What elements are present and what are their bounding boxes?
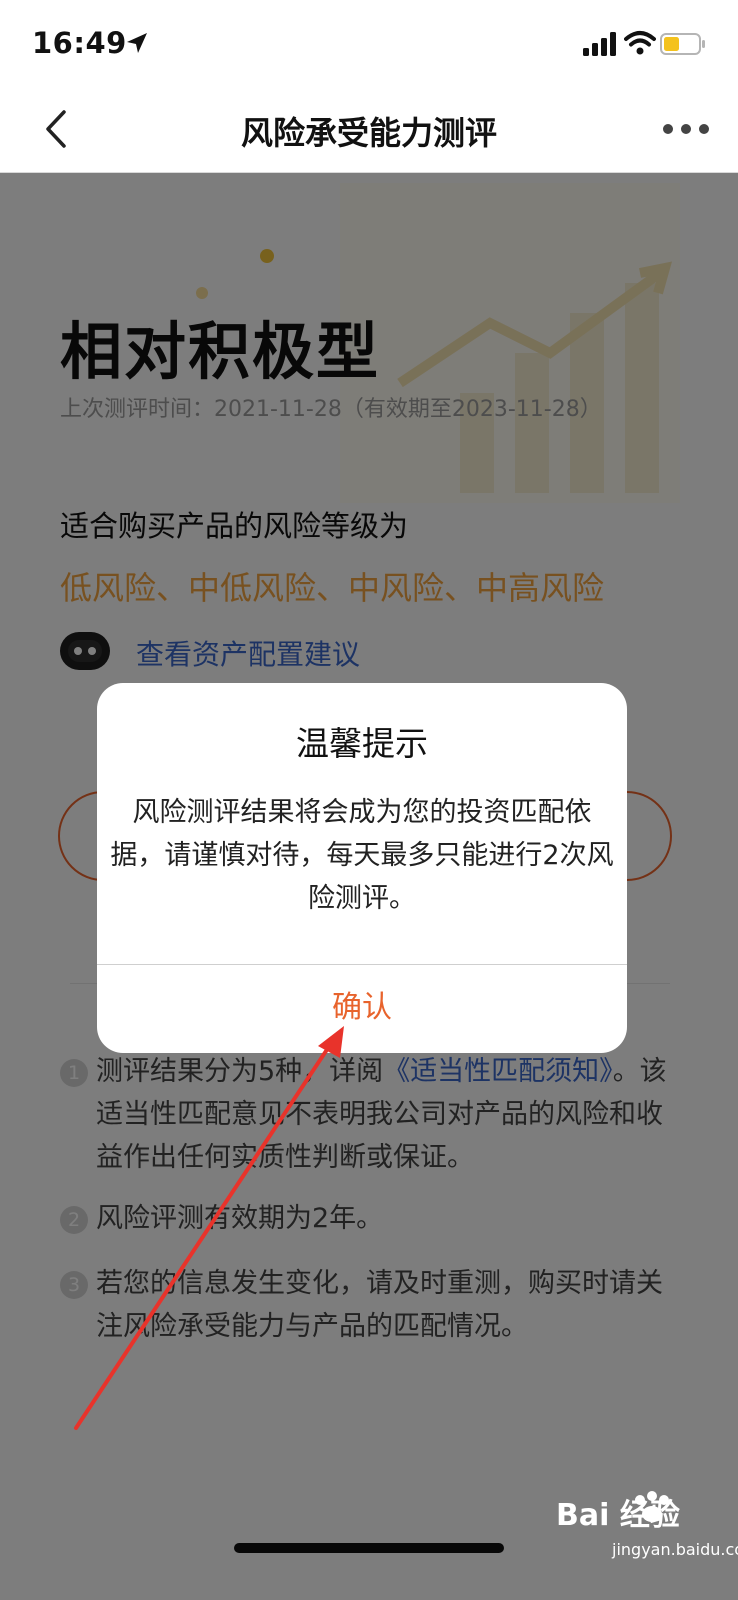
status-time: 16:49 <box>32 26 127 60</box>
watermark-url: jingyan.baidu.com <box>612 1540 738 1559</box>
status-bar: 16:49 <box>0 0 738 88</box>
confirm-button[interactable]: 确认 <box>97 965 627 1053</box>
dialog-title: 温馨提示 <box>296 724 428 763</box>
wifi-icon <box>624 31 656 55</box>
nav-bar: 风险承受能力测评 <box>0 88 738 173</box>
watermark-text: Bai 经验 <box>556 1498 680 1533</box>
location-arrow-icon <box>127 33 147 53</box>
more-icon[interactable] <box>662 116 710 142</box>
tip-dialog: 温馨提示 风险测评结果将会成为您的投资匹配依据，请谨慎对待，每天最多只能进行2次… <box>97 683 627 1053</box>
signal-icon <box>583 32 616 56</box>
battery-icon <box>660 33 705 55</box>
dialog-message: 风险测评结果将会成为您的投资匹配依据，请谨慎对待，每天最多只能进行2次风险测评。 <box>110 797 614 914</box>
page-title: 风险承受能力测评 <box>240 114 497 152</box>
